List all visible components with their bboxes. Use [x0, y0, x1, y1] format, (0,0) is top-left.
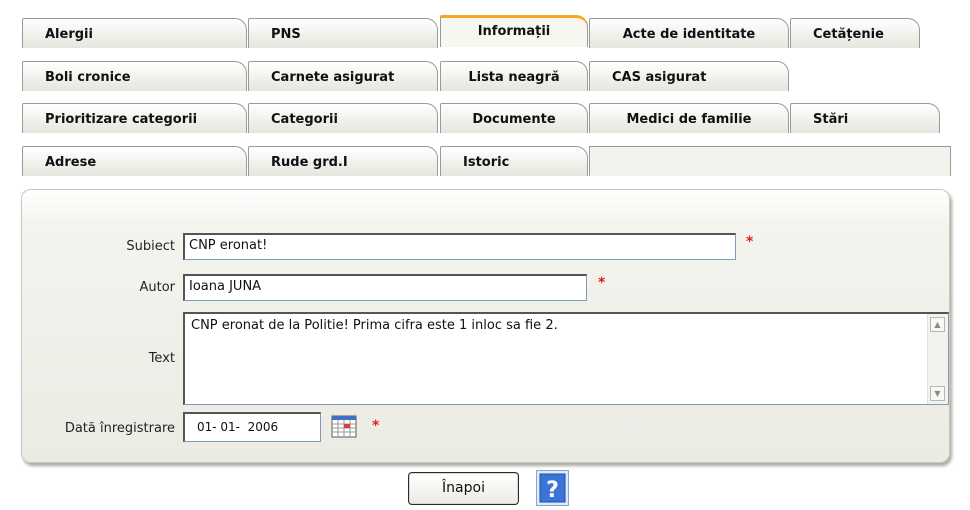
tab-acte-de-identitate[interactable]: Acte de identitate	[589, 18, 789, 48]
subiect-label: Subiect	[126, 239, 175, 254]
tab-cas-asigurat[interactable]: CAS asigurat	[589, 61, 789, 91]
tab-lista-neagra[interactable]: Lista neagră	[440, 61, 588, 91]
tab-medici-de-familie[interactable]: Medici de familie	[589, 103, 789, 133]
subiect-input[interactable]: CNP eronat!	[183, 233, 736, 260]
date-input[interactable]: 01- 01- 2006	[183, 412, 321, 442]
subiect-required-mark: *	[746, 234, 754, 250]
tab-adrese[interactable]: Adrese	[22, 146, 247, 176]
back-button[interactable]: Înapoi	[408, 472, 519, 505]
tab-alergii[interactable]: Alergii	[22, 18, 247, 48]
scroll-down-icon[interactable]: ▼	[930, 386, 945, 401]
tab-cetatenie[interactable]: Cetățenie	[790, 18, 920, 48]
help-icon: ?	[546, 478, 559, 503]
tab-istoric[interactable]: Istoric	[440, 146, 588, 176]
help-button[interactable]: ?	[536, 470, 569, 506]
autor-label: Autor	[139, 280, 175, 295]
date-label: Dată înregistrare	[64, 421, 175, 436]
text-label: Text	[148, 351, 175, 366]
tab-prioritizare-categorii[interactable]: Prioritizare categorii	[22, 103, 247, 133]
text-content: CNP eronat de la Politie! Prima cifra es…	[191, 318, 558, 333]
tab-boli-cronice[interactable]: Boli cronice	[22, 61, 247, 91]
tab-strip: Alergii PNS Informații Acte de identitat…	[0, 0, 970, 190]
tab-documente[interactable]: Documente	[440, 103, 588, 133]
tab-row-filler	[589, 146, 951, 176]
autor-input[interactable]: Ioana JUNA	[183, 274, 587, 301]
autor-required-mark: *	[598, 275, 606, 291]
tab-stari[interactable]: Stări	[790, 103, 940, 133]
scroll-up-icon[interactable]: ▲	[930, 317, 945, 332]
date-required-mark: *	[372, 418, 380, 434]
text-textarea[interactable]: CNP eronat de la Politie! Prima cifra es…	[183, 312, 949, 405]
tab-carnete-asigurat[interactable]: Carnete asigurat	[248, 61, 438, 91]
tab-pns[interactable]: PNS	[248, 18, 438, 48]
tab-categorii[interactable]: Categorii	[248, 103, 438, 133]
tab-rude-grd-i[interactable]: Rude grd.I	[248, 146, 438, 176]
calendar-icon[interactable]	[331, 415, 357, 438]
tab-informatii[interactable]: Informații	[440, 15, 588, 47]
textarea-scrollbar[interactable]: ▲ ▼	[927, 314, 948, 404]
